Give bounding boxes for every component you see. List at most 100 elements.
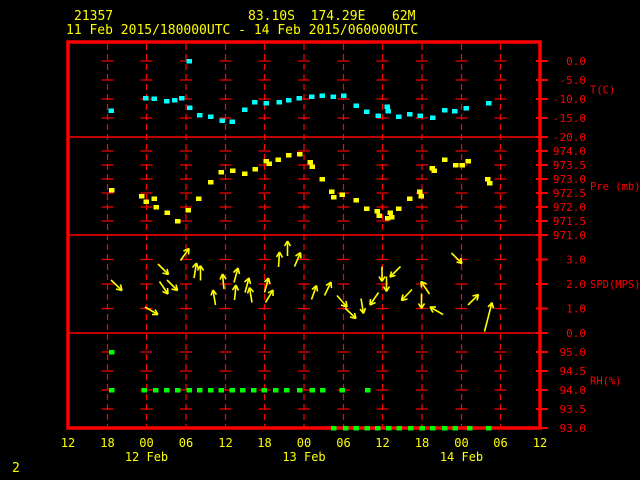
humidity-point bbox=[364, 426, 370, 431]
pressure-point bbox=[286, 153, 292, 158]
humidity-point bbox=[396, 426, 402, 431]
temperature-point bbox=[263, 101, 269, 106]
pressure-point bbox=[109, 188, 115, 193]
pressure-point bbox=[418, 194, 424, 199]
humidity-axis-label: RH(%) bbox=[590, 376, 622, 388]
wind-tick-label: 1.0 bbox=[566, 303, 586, 316]
pressure-point bbox=[465, 159, 471, 164]
temperature-point bbox=[442, 108, 448, 113]
pressure-point bbox=[487, 181, 493, 186]
pressure-point bbox=[196, 196, 202, 201]
pressure-point bbox=[143, 199, 149, 204]
x-tick-label: 06 bbox=[493, 436, 507, 450]
temperature-point bbox=[309, 94, 315, 99]
pressure-point bbox=[319, 177, 325, 182]
temperature-tick-label: -15.0 bbox=[553, 112, 586, 125]
humidity-point bbox=[109, 388, 115, 393]
temperature-point bbox=[229, 119, 235, 124]
pressure-point bbox=[339, 192, 345, 197]
humidity-point bbox=[320, 388, 326, 393]
pressure-tick-label: 971.5 bbox=[553, 215, 586, 228]
humidity-point bbox=[229, 388, 235, 393]
pressure-point bbox=[139, 194, 145, 199]
humidity-tick-label: 94.5 bbox=[560, 365, 587, 378]
temperature-point bbox=[208, 114, 214, 119]
humidity-point bbox=[240, 388, 246, 393]
humidity-point bbox=[339, 388, 345, 393]
pressure-point bbox=[353, 198, 359, 203]
x-tick-label: 12 bbox=[533, 436, 547, 450]
x-tick-label: 06 bbox=[336, 436, 350, 450]
pressure-point bbox=[387, 210, 393, 215]
wind-arrow-head bbox=[246, 287, 251, 294]
humidity-point bbox=[331, 426, 337, 431]
temperature-point bbox=[179, 96, 185, 101]
humidity-point bbox=[208, 388, 214, 393]
x-tick-label: 00 bbox=[297, 436, 311, 450]
x-tick-label: 12 bbox=[61, 436, 75, 450]
pressure-point bbox=[164, 210, 170, 215]
x-tick-label: 18 bbox=[415, 436, 429, 450]
temperature-axis-label: T(C) bbox=[590, 85, 615, 97]
pressure-point bbox=[331, 195, 337, 200]
pressure-point bbox=[208, 180, 214, 185]
humidity-point bbox=[273, 388, 279, 393]
x-tick-label: 06 bbox=[179, 436, 193, 450]
pressure-point bbox=[252, 167, 258, 172]
x-tick-label: 18 bbox=[100, 436, 114, 450]
humidity-point bbox=[153, 388, 159, 393]
temperature-point bbox=[407, 112, 413, 117]
wind-tick-label: 2.0 bbox=[566, 278, 586, 291]
humidity-point bbox=[261, 388, 267, 393]
wind-arrow-head bbox=[219, 273, 224, 280]
pressure-point bbox=[329, 189, 335, 194]
temperature-point bbox=[417, 113, 423, 118]
humidity-point bbox=[486, 426, 492, 431]
humidity-point bbox=[419, 426, 425, 431]
pressure-point bbox=[230, 168, 236, 173]
x-tick-label: 18 bbox=[257, 436, 271, 450]
pressure-point bbox=[275, 157, 281, 162]
temperature-point bbox=[172, 98, 178, 103]
temperature-point bbox=[187, 105, 193, 110]
humidity-point bbox=[175, 388, 181, 393]
humidity-point bbox=[284, 388, 290, 393]
wind-arrow-head bbox=[420, 281, 423, 288]
pressure-point bbox=[175, 219, 181, 224]
pressure-tick-label: 974.0 bbox=[553, 145, 586, 158]
humidity-point bbox=[197, 388, 203, 393]
x-tick-label: 00 bbox=[139, 436, 153, 450]
humidity-point bbox=[164, 388, 170, 393]
pressure-point bbox=[364, 206, 370, 211]
pressure-point bbox=[307, 160, 313, 165]
date-label: 14 Feb bbox=[440, 450, 483, 464]
pressure-point bbox=[396, 206, 402, 211]
pressure-point bbox=[389, 215, 395, 220]
humidity-point bbox=[186, 388, 192, 393]
humidity-point bbox=[309, 388, 315, 393]
humidity-point bbox=[375, 426, 381, 431]
wind-arrow-head bbox=[248, 277, 252, 285]
pressure-point bbox=[153, 205, 159, 210]
temperature-point bbox=[330, 94, 336, 99]
humidity-point bbox=[430, 426, 436, 431]
temperature-point bbox=[319, 93, 325, 98]
temperature-tick-label: -20.0 bbox=[553, 131, 586, 144]
temperature-point bbox=[143, 96, 149, 101]
x-tick-label: 12 bbox=[218, 436, 232, 450]
pressure-point bbox=[431, 168, 437, 173]
temperature-point bbox=[396, 114, 402, 119]
humidity-point bbox=[343, 426, 349, 431]
humidity-tick-label: 95.0 bbox=[560, 346, 587, 359]
temperature-tick-label: -5.0 bbox=[560, 74, 587, 87]
wind-tick-label: 3.0 bbox=[566, 254, 586, 267]
humidity-point bbox=[297, 388, 303, 393]
pressure-point bbox=[185, 208, 191, 213]
pressure-point bbox=[309, 164, 315, 169]
pressure-point bbox=[218, 170, 224, 175]
wind-axis-label: SPD(MPS) bbox=[590, 279, 640, 291]
humidity-point bbox=[408, 426, 414, 431]
temperature-point bbox=[252, 100, 258, 105]
pressure-point bbox=[442, 157, 448, 162]
temperature-point bbox=[486, 101, 492, 106]
